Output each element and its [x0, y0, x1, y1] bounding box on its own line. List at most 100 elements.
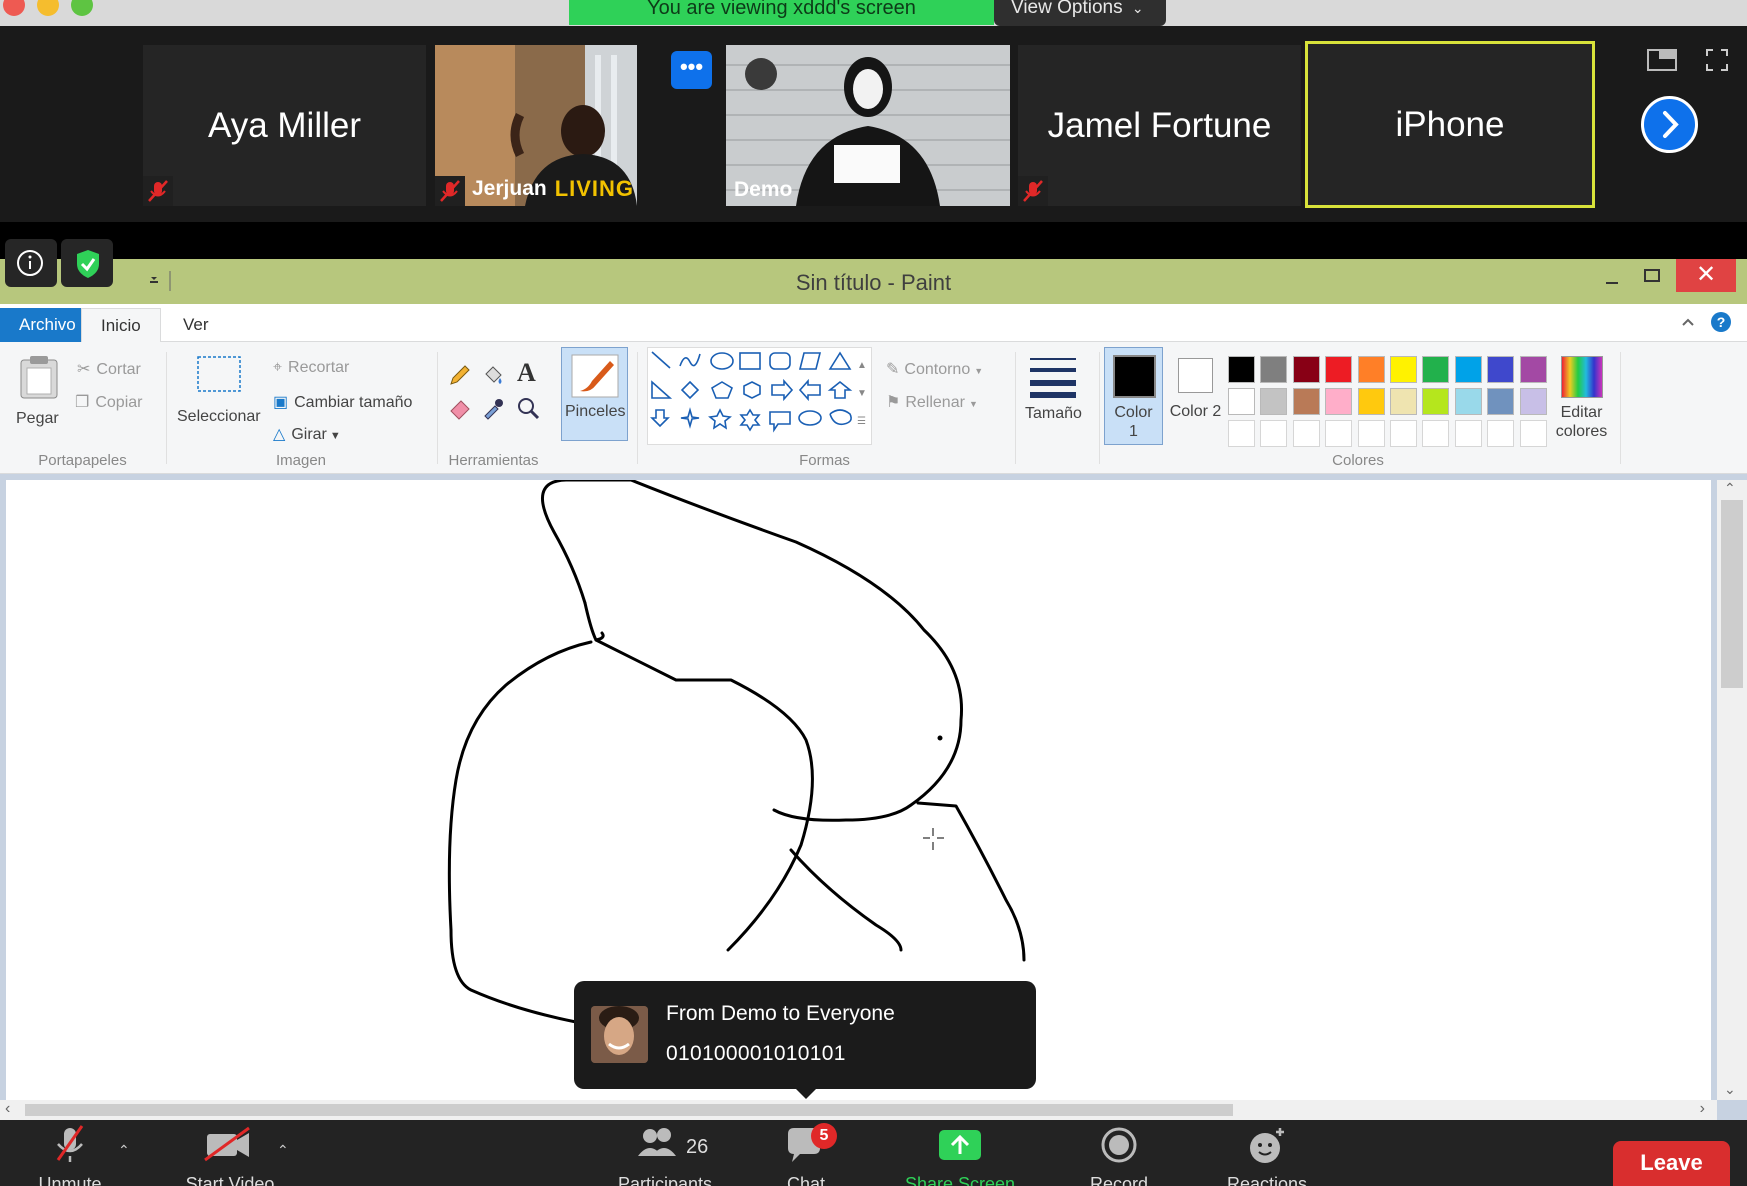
close-window-icon[interactable]: [3, 0, 25, 16]
gallery-layout-icon[interactable]: [1647, 49, 1677, 76]
paint-ribbon: Pegar ✂ Cortar ❐ Copiar Portapapeles Selec…: [0, 342, 1747, 474]
color-swatch[interactable]: [1228, 420, 1255, 447]
tab-ver[interactable]: Ver: [164, 308, 228, 342]
color-swatch[interactable]: [1390, 420, 1417, 447]
magnifier-tool[interactable]: [515, 395, 541, 426]
edit-colors-button[interactable]: Editar colores: [1550, 352, 1613, 446]
scroll-down-icon[interactable]: ⌄: [1724, 1081, 1736, 1098]
quick-access-toolbar-icon[interactable]: [143, 269, 173, 298]
minimize-window-icon[interactable]: [37, 0, 59, 16]
horizontal-scrollbar[interactable]: ‹ ›: [0, 1100, 1717, 1120]
clipboard-icon: [20, 356, 58, 399]
participant-tile-demo[interactable]: Demo: [726, 45, 1010, 206]
fill-tool[interactable]: [480, 362, 506, 393]
unmute-button[interactable]: Unmute: [28, 1120, 112, 1186]
fill-button[interactable]: ⚑ Rellenar ▼: [886, 392, 978, 412]
view-options-button[interactable]: View Options ⌄: [994, 0, 1166, 26]
color-swatch[interactable]: [1454, 388, 1482, 415]
shapes-gallery[interactable]: [647, 347, 872, 445]
fullscreen-icon[interactable]: [1705, 48, 1729, 77]
rotate-button[interactable]: △ Girar ▼: [273, 424, 341, 444]
chevron-down-icon: ▼: [329, 430, 341, 442]
participant-tile-iphone[interactable]: iPhone: [1305, 41, 1595, 208]
resize-button[interactable]: ▣ Cambiar tamaño: [273, 392, 412, 412]
help-icon[interactable]: ?: [1710, 311, 1732, 338]
color-swatch[interactable]: [1519, 388, 1547, 415]
vertical-scroll-thumb[interactable]: [1721, 500, 1743, 688]
color-swatch[interactable]: [1454, 420, 1482, 447]
shapes-scroll-icons[interactable]: ▲ ▼ ☰: [857, 352, 867, 436]
color-swatch[interactable]: [1487, 356, 1515, 383]
color1-button[interactable]: Color 1: [1104, 347, 1163, 445]
close-button[interactable]: ✕: [1676, 259, 1736, 292]
color-swatch[interactable]: [1390, 356, 1417, 383]
record-button[interactable]: Record: [1064, 1120, 1174, 1186]
color-swatch[interactable]: [1357, 388, 1385, 415]
color-swatch[interactable]: [1325, 420, 1353, 447]
tab-inicio[interactable]: Inicio: [81, 308, 161, 342]
paste-button[interactable]: Pegar: [16, 354, 60, 427]
horizontal-scroll-thumb[interactable]: [25, 1104, 1233, 1116]
more-options-button[interactable]: •••: [671, 51, 712, 89]
collapse-ribbon-icon[interactable]: [1680, 314, 1696, 335]
group-divider: [166, 352, 167, 464]
maximize-button[interactable]: [1640, 265, 1664, 295]
color-swatch[interactable]: [1260, 420, 1288, 447]
scroll-right-icon[interactable]: ›: [1700, 1100, 1705, 1118]
color2-button[interactable]: Color 2: [1168, 347, 1223, 445]
color-swatch[interactable]: [1390, 388, 1417, 415]
color-swatch[interactable]: [1260, 356, 1288, 383]
color-swatch[interactable]: [1228, 356, 1255, 383]
eraser-tool[interactable]: [447, 395, 473, 426]
color-swatch[interactable]: [1357, 420, 1385, 447]
color-swatch[interactable]: [1422, 420, 1450, 447]
color-swatch[interactable]: [1357, 356, 1385, 383]
color-swatch[interactable]: [1487, 420, 1515, 447]
color-swatch[interactable]: [1292, 356, 1320, 383]
size-button[interactable]: Tamaño: [1025, 352, 1082, 446]
participant-tile-jamel-fortune[interactable]: Jamel Fortune: [1018, 45, 1301, 206]
color-swatch[interactable]: [1519, 420, 1547, 447]
participant-tile-jerjuan[interactable]: Jerjuan LIVING: [435, 45, 637, 206]
copy-button[interactable]: ❐ Copiar: [75, 392, 142, 412]
color-swatch[interactable]: [1487, 388, 1515, 415]
brushes-button[interactable]: Pinceles: [561, 347, 628, 441]
color-swatch[interactable]: [1325, 388, 1353, 415]
color-swatch[interactable]: [1519, 356, 1547, 383]
scroll-left-icon[interactable]: ‹: [5, 1100, 10, 1118]
pencil-tool[interactable]: [447, 362, 473, 393]
scroll-up-icon[interactable]: ⌃: [1724, 480, 1736, 497]
leave-button[interactable]: Leave: [1613, 1141, 1730, 1186]
cut-button[interactable]: ✂ Cortar: [77, 359, 141, 379]
color-swatch[interactable]: [1260, 388, 1288, 415]
next-page-button[interactable]: [1641, 96, 1698, 153]
select-button[interactable]: Seleccionar: [177, 355, 261, 425]
audio-options-chevron-icon[interactable]: ⌃: [118, 1142, 130, 1159]
text-tool-icon[interactable]: A: [517, 358, 536, 388]
vertical-scrollbar[interactable]: ⌃ ⌄: [1717, 480, 1747, 1100]
video-options-chevron-icon[interactable]: ⌃: [277, 1142, 289, 1159]
color-swatch[interactable]: [1292, 420, 1320, 447]
share-screen-button[interactable]: Share Screen: [880, 1120, 1040, 1186]
start-video-button[interactable]: Start Video: [165, 1120, 295, 1186]
color-picker-tool[interactable]: [480, 395, 506, 426]
color-swatch[interactable]: [1422, 356, 1450, 383]
color-swatch[interactable]: [1228, 388, 1255, 415]
crop-button[interactable]: ⌖ Recortar: [273, 359, 349, 377]
chat-notification[interactable]: From Demo to Everyone 010100001010101: [574, 981, 1036, 1089]
encryption-button[interactable]: [61, 239, 113, 287]
color-swatch[interactable]: [1325, 356, 1353, 383]
participants-button[interactable]: 26 Participants: [594, 1120, 736, 1186]
color-swatch[interactable]: [1292, 388, 1320, 415]
color2-swatch: [1178, 358, 1213, 393]
zoom-window-icon[interactable]: [71, 0, 93, 16]
outline-button[interactable]: ✎ Contorno ▼: [886, 359, 983, 379]
meeting-info-button[interactable]: [5, 239, 57, 287]
fill-label: Rellenar: [905, 394, 965, 411]
reactions-button[interactable]: Reactions: [1212, 1120, 1322, 1186]
minimize-button[interactable]: [1600, 267, 1624, 297]
color-swatch[interactable]: [1422, 388, 1450, 415]
color2-label: Color 2: [1169, 403, 1222, 420]
color-swatch[interactable]: [1454, 356, 1482, 383]
participant-tile-aya-miller[interactable]: Aya Miller: [143, 45, 426, 206]
